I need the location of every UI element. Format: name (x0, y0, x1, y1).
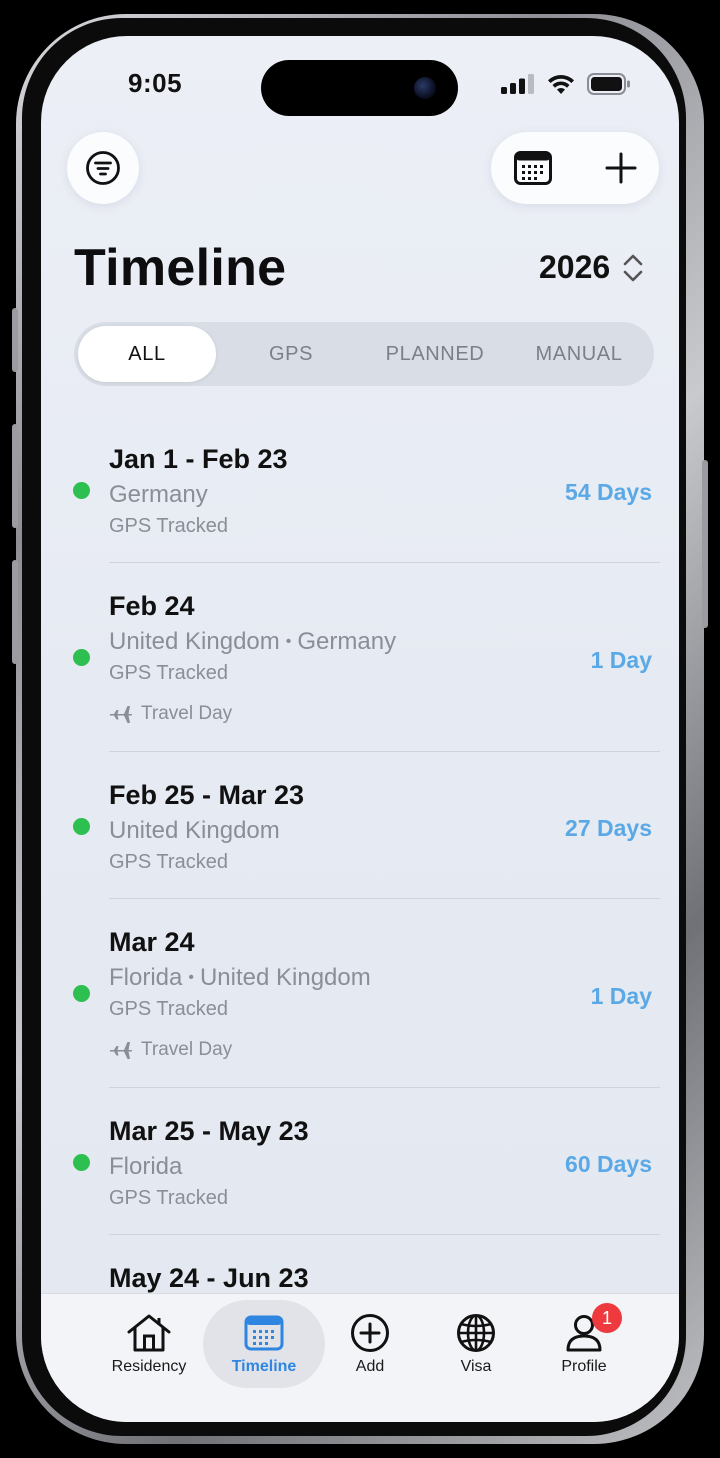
entry-place: United Kingdom • Germany (109, 628, 397, 655)
entry-days: 60 Days (565, 1151, 652, 1177)
entry-date: Feb 24 (109, 591, 195, 621)
status-dot (73, 649, 90, 666)
filter-button[interactable] (67, 132, 139, 204)
year-picker[interactable]: 2026 (539, 249, 644, 286)
calendar-icon (514, 151, 552, 185)
source-filter-segmented-control: ALL GPS PLANNED MANUAL (74, 322, 654, 386)
list-item[interactable]: Feb 25 - Mar 23 United Kingdom GPS Track… (41, 752, 679, 900)
calendar-button[interactable] (493, 132, 573, 204)
plus-icon (605, 152, 637, 184)
house-icon (127, 1314, 171, 1352)
calendar-icon (244, 1315, 284, 1351)
status-dot (73, 818, 90, 835)
battery-icon (587, 73, 630, 95)
header-actions (491, 132, 659, 204)
status-dot (73, 482, 90, 499)
entry-place: Florida • United Kingdom (109, 964, 371, 991)
segment-manual[interactable]: MANUAL (510, 326, 648, 382)
entry-date: Mar 24 (109, 927, 195, 957)
list-item[interactable]: Feb 24 United Kingdom • Germany GPS Tracke… (41, 563, 679, 753)
airplane-icon (110, 706, 133, 723)
entry-date: Jan 1 - Feb 23 (109, 444, 288, 474)
entry-source: GPS Tracked (109, 515, 228, 537)
entry-source: GPS Tracked (109, 851, 228, 873)
wifi-icon (548, 74, 574, 94)
status-time: 9:05 (128, 68, 183, 98)
entry-place: Florida (109, 1153, 183, 1180)
tab-label: Visa (460, 1358, 492, 1375)
list-item[interactable]: May 24 - Jun 23 (41, 1235, 679, 1295)
list-item[interactable]: Jan 1 - Feb 23 Germany GPS Tracked 54 Da… (41, 416, 679, 564)
airplane-icon (110, 1042, 133, 1059)
entry-days: 1 Day (590, 647, 652, 673)
filter-icon (86, 151, 120, 185)
tab-add[interactable]: Add (310, 1294, 430, 1394)
status-icons (501, 72, 631, 96)
segment-gps[interactable]: GPS (222, 326, 360, 382)
volume-down-button (12, 560, 18, 664)
tab-label: Residency (111, 1358, 187, 1375)
entry-date: Feb 25 - Mar 23 (109, 780, 305, 810)
add-entry-button[interactable] (581, 132, 661, 204)
list-item[interactable]: Mar 24 Florida • United Kingdom GPS Tracke… (41, 899, 679, 1089)
list-item[interactable]: Mar 25 - May 23 Florida GPS Tracked 60 D… (41, 1088, 679, 1236)
status-bar: 9:05 (41, 36, 679, 136)
entry-days: 1 Day (590, 983, 652, 1009)
front-camera (414, 77, 436, 99)
tab-timeline[interactable]: Timeline (204, 1294, 324, 1394)
chevron-up-down-icon (623, 254, 643, 281)
segment-all[interactable]: ALL (78, 326, 216, 382)
tab-visa[interactable]: Visa (416, 1294, 536, 1394)
entry-source: GPS Tracked (109, 662, 228, 684)
tab-label: Add (355, 1358, 385, 1375)
status-dot (73, 1154, 90, 1171)
tab-bar: Residency Timeline Add Visa Profile 1 (41, 1293, 679, 1422)
entry-source: GPS Tracked (109, 1187, 228, 1209)
notification-badge: 1 (592, 1303, 622, 1333)
action-button (12, 308, 18, 372)
travel-day-label: Travel Day (109, 703, 232, 725)
page-title: Timeline (74, 239, 287, 297)
segment-planned[interactable]: PLANNED (366, 326, 504, 382)
tab-label: Timeline (231, 1358, 297, 1375)
volume-up-button (12, 424, 18, 528)
cellular-signal-icon (501, 74, 534, 94)
tab-residency[interactable]: Residency (89, 1294, 209, 1394)
tab-label: Profile (561, 1358, 607, 1375)
entry-place: Germany (109, 481, 208, 508)
entry-date: May 24 - Jun 23 (109, 1263, 309, 1293)
dynamic-island (261, 60, 458, 116)
plus-circle-icon (351, 1314, 389, 1352)
status-dot (73, 985, 90, 1002)
power-button (702, 460, 708, 628)
screen: 9:05 Timeline 2026 ALL GPS PLANNED MANUA… (41, 36, 679, 1422)
entry-days: 54 Days (565, 479, 652, 505)
entry-date: Mar 25 - May 23 (109, 1116, 309, 1146)
travel-day-label: Travel Day (109, 1039, 232, 1061)
tab-profile[interactable]: Profile 1 (524, 1294, 644, 1394)
year-value: 2026 (539, 249, 611, 285)
entry-place: United Kingdom (109, 817, 280, 844)
globe-icon (457, 1314, 495, 1352)
entry-days: 27 Days (565, 815, 652, 841)
entry-source: GPS Tracked (109, 998, 228, 1020)
